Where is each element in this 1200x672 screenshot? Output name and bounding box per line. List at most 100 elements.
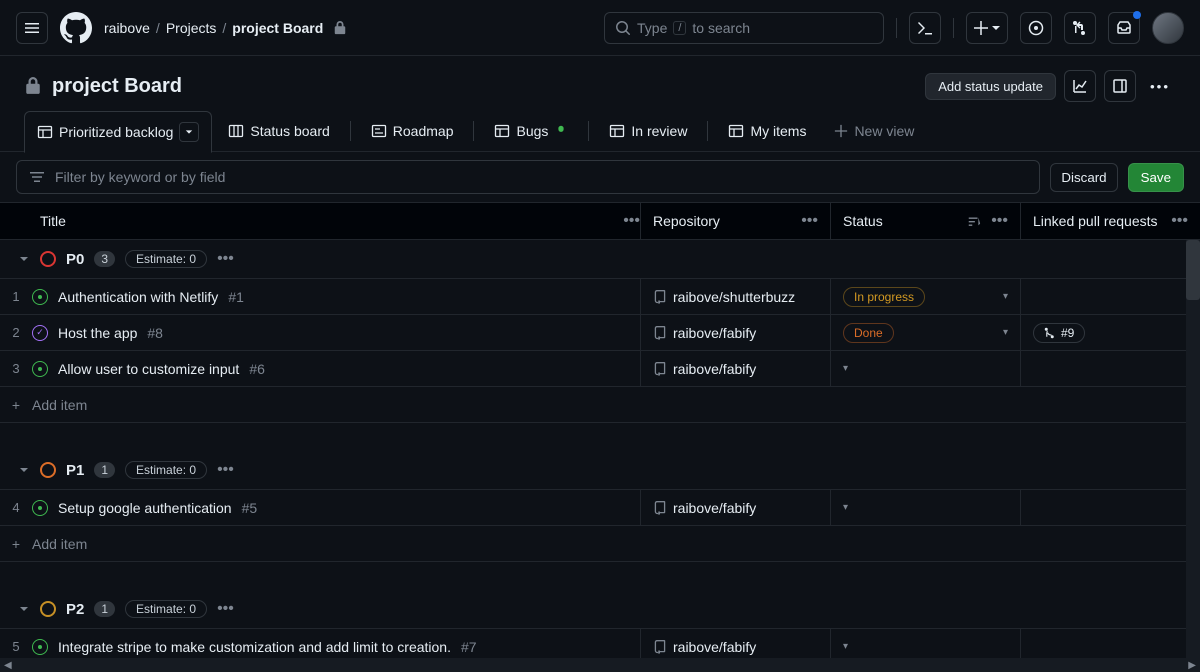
- tab-in-review[interactable]: In review: [597, 110, 699, 152]
- github-logo[interactable]: [60, 12, 92, 44]
- git-pull-request-icon: [1072, 20, 1088, 36]
- notifications-button[interactable]: [1108, 12, 1140, 44]
- tab-bugs[interactable]: Bugs: [482, 110, 580, 152]
- pr-cell[interactable]: [1020, 279, 1200, 314]
- table-row[interactable]: 1Authentication with Netlify #1raibove/s…: [0, 279, 1200, 315]
- views-tabs: Prioritized backlog Status board Roadmap…: [0, 110, 1200, 152]
- tab-roadmap[interactable]: Roadmap: [359, 110, 466, 152]
- priority-icon: [40, 601, 56, 617]
- plus-icon: [834, 124, 848, 138]
- pull-requests-button[interactable]: [1064, 12, 1096, 44]
- repo-cell[interactable]: raibove/fabify: [640, 629, 830, 658]
- status-cell[interactable]: ▾: [830, 351, 1020, 386]
- details-panel-button[interactable]: [1104, 70, 1136, 102]
- add-status-update-button[interactable]: Add status update: [925, 73, 1056, 100]
- user-avatar[interactable]: [1152, 12, 1184, 44]
- tab-prioritized-backlog[interactable]: Prioritized backlog: [24, 111, 212, 153]
- issue-number: #5: [242, 500, 258, 516]
- table-body: P0 3 Estimate: 0 ••• 1 Authentication with Ne…: [0, 240, 1200, 658]
- column-menu[interactable]: •••: [623, 212, 640, 230]
- status-pill[interactable]: Done: [843, 323, 894, 343]
- pr-cell[interactable]: #9: [1020, 315, 1200, 350]
- breadcrumb-owner[interactable]: raibove: [104, 20, 150, 36]
- project-menu-button[interactable]: •••: [1144, 70, 1176, 102]
- add-item-row[interactable]: +Add item: [0, 526, 1200, 562]
- sort-icon[interactable]: [967, 214, 981, 228]
- group-menu[interactable]: •••: [217, 250, 234, 268]
- vertical-scrollbar[interactable]: [1186, 240, 1200, 658]
- search-placeholder-pre: Type: [637, 20, 667, 36]
- column-menu[interactable]: •••: [1171, 212, 1188, 230]
- collapse-toggle[interactable]: [18, 253, 30, 265]
- issue-title[interactable]: Integrate stripe to make customization a…: [58, 639, 451, 655]
- pr-cell[interactable]: [1020, 629, 1200, 658]
- roadmap-icon: [371, 123, 387, 139]
- issue-state-icon: [32, 325, 48, 341]
- linked-pr-pill[interactable]: #9: [1033, 323, 1085, 343]
- column-menu[interactable]: •••: [801, 212, 818, 230]
- status-cell[interactable]: ▾: [830, 629, 1020, 658]
- column-menu[interactable]: •••: [991, 212, 1008, 230]
- issue-title[interactable]: Authentication with Netlify: [58, 289, 218, 305]
- group-menu[interactable]: •••: [217, 461, 234, 479]
- add-item-row[interactable]: +Add item: [0, 387, 1200, 423]
- caret-down-icon: ▾: [843, 502, 848, 513]
- filter-input[interactable]: Filter by keyword or by field: [16, 160, 1040, 194]
- insights-button[interactable]: [1064, 70, 1096, 102]
- group-count: 1: [94, 601, 115, 617]
- global-search[interactable]: Type / to search: [604, 12, 884, 44]
- tab-my-items[interactable]: My items: [716, 110, 818, 152]
- group-name: P1: [66, 462, 84, 479]
- row-number: 4: [0, 500, 32, 515]
- repo-icon: [653, 326, 667, 340]
- status-cell[interactable]: ▾: [830, 490, 1020, 525]
- status-cell[interactable]: Done▾: [830, 315, 1020, 350]
- group-menu[interactable]: •••: [217, 600, 234, 618]
- collapse-toggle[interactable]: [18, 603, 30, 615]
- table-row[interactable]: 2Host the app #8raibove/fabifyDone▾#9: [0, 315, 1200, 351]
- issue-number: #7: [461, 639, 477, 655]
- issue-title[interactable]: Allow user to customize input: [58, 361, 239, 377]
- filter-bar: Filter by keyword or by field Discard Sa…: [0, 152, 1200, 202]
- repo-cell[interactable]: raibove/fabify: [640, 490, 830, 525]
- horizontal-scrollbar[interactable]: ◀ ▶: [0, 658, 1200, 672]
- breadcrumb-section[interactable]: Projects: [166, 20, 217, 36]
- tab-options[interactable]: [179, 122, 199, 142]
- hamburger-menu[interactable]: [16, 12, 48, 44]
- group-count: 3: [94, 251, 115, 267]
- row-number: 1: [0, 289, 32, 304]
- pr-cell[interactable]: [1020, 351, 1200, 386]
- table-row[interactable]: 5Integrate stripe to make customization …: [0, 629, 1200, 658]
- issue-title[interactable]: Setup google authentication: [58, 500, 232, 516]
- status-cell[interactable]: In progress▾: [830, 279, 1020, 314]
- discard-button[interactable]: Discard: [1050, 163, 1117, 192]
- create-new-button[interactable]: [966, 12, 1008, 44]
- collapse-toggle[interactable]: [18, 464, 30, 476]
- repo-cell[interactable]: raibove/shutterbuzz: [640, 279, 830, 314]
- issue-state-icon: [32, 289, 48, 305]
- pr-cell[interactable]: [1020, 490, 1200, 525]
- repo-cell[interactable]: raibove/fabify: [640, 315, 830, 350]
- repo-cell[interactable]: raibove/fabify: [640, 351, 830, 386]
- status-pill[interactable]: In progress: [843, 287, 925, 307]
- table-row[interactable]: 4 Setup google authentication #5 raibove/f…: [0, 490, 1200, 526]
- plus-icon: +: [0, 536, 32, 552]
- issue-title[interactable]: Host the app: [58, 325, 137, 341]
- group-name: P0: [66, 251, 84, 268]
- scroll-left-icon[interactable]: ◀: [4, 660, 12, 671]
- add-item-label: Add item: [32, 397, 87, 413]
- caret-down-icon: ▾: [843, 363, 848, 374]
- caret-down-icon: [991, 23, 1001, 33]
- save-button[interactable]: Save: [1128, 163, 1184, 192]
- table-icon: [609, 123, 625, 139]
- lock-icon: [24, 77, 42, 95]
- scroll-right-icon[interactable]: ▶: [1188, 660, 1196, 671]
- issues-button[interactable]: [1020, 12, 1052, 44]
- tab-status-board[interactable]: Status board: [216, 110, 341, 152]
- group-estimate: Estimate: 0: [125, 600, 207, 618]
- bug-indicator-icon: [554, 124, 568, 138]
- table-row[interactable]: 3Allow user to customize input #6raibove…: [0, 351, 1200, 387]
- command-palette-button[interactable]: [909, 12, 941, 44]
- new-view-button[interactable]: New view: [822, 110, 926, 152]
- group-header: P11Estimate: 0•••: [0, 451, 1200, 490]
